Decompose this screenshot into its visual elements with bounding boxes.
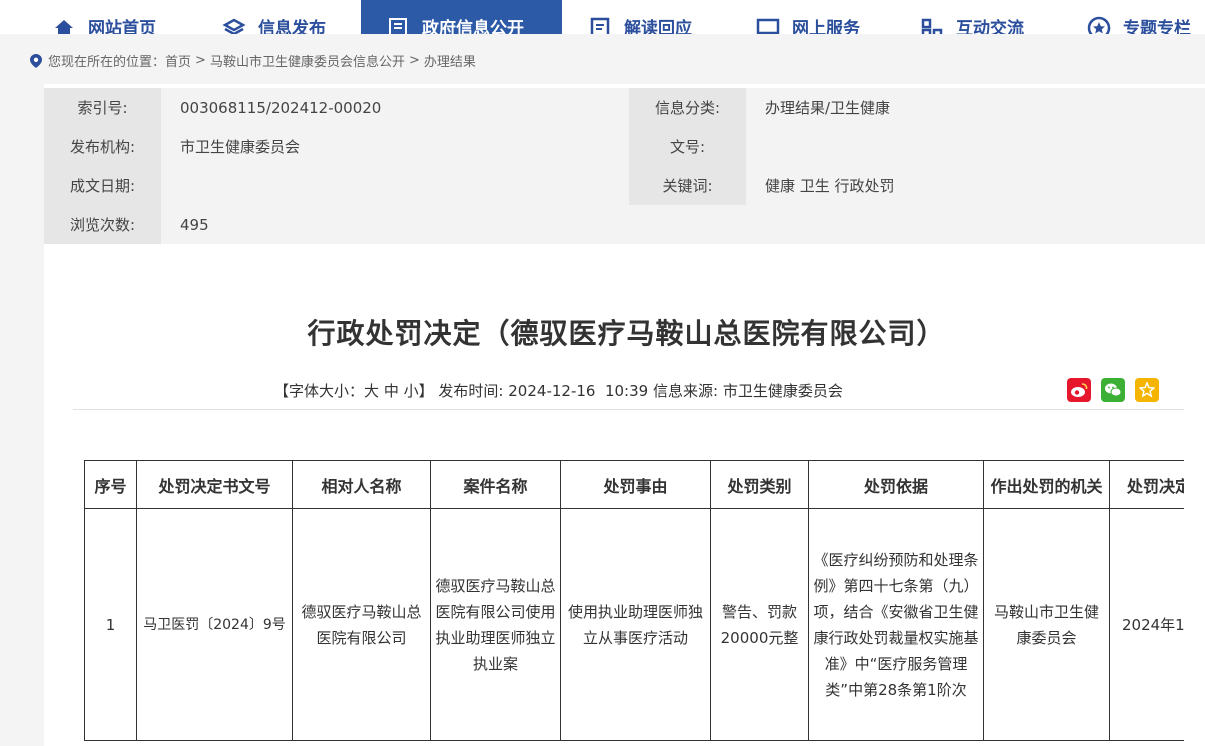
- meta-row: 索引号: 003068115/202412-00020 信息分类: 办理结果/卫…: [44, 88, 1205, 127]
- location-pin-icon: [30, 53, 42, 68]
- docno-value: [746, 127, 1205, 166]
- source-value: 市卫生健康委员会: [722, 382, 843, 400]
- star-circle-icon: [1087, 16, 1111, 34]
- header-cell: 处罚类别: [710, 460, 809, 509]
- views-value: 495: [161, 205, 1205, 244]
- font-size-small[interactable]: 小: [404, 382, 419, 400]
- nav-item-info-release[interactable]: 信息发布: [222, 0, 326, 34]
- weibo-share-button[interactable]: [1067, 378, 1091, 402]
- monitor-icon: [756, 16, 780, 34]
- divider: [73, 409, 1184, 410]
- penalty-table-wrapper: 序号 处罚决定书文号 相对人名称 案件名称 处罚事由 处罚类别 处罚依据 作出处…: [84, 460, 1184, 746]
- nav-item-interpretation[interactable]: 解读回应: [588, 0, 692, 34]
- header-cell: 处罚决定日期: [1109, 460, 1184, 509]
- keywords-label: 关键词:: [629, 166, 746, 205]
- meta-row: 发布机构: 市卫生健康委员会 文号:: [44, 127, 1205, 166]
- header-cell: 处罚事由: [560, 460, 711, 509]
- breadcrumb-current[interactable]: 办理结果: [424, 51, 476, 70]
- source-label: 信息来源:: [652, 382, 719, 400]
- nav-label: 政府信息公开: [422, 19, 524, 35]
- cell-decision-number: 马卫医罚〔2024〕9号: [136, 508, 293, 741]
- nav-label: 解读回应: [624, 19, 692, 35]
- star-icon: [1139, 382, 1155, 398]
- cell-serial: 1: [84, 508, 137, 741]
- article-title: 行政处罚决定（德驭医疗马鞍山总医院有限公司）: [307, 317, 946, 350]
- top-nav: 网站首页 信息发布 政府信息公开 解读回应 网上服务 互动交流 专题专栏: [0, 0, 1205, 34]
- nav-item-online-service[interactable]: 网上服务: [756, 0, 860, 34]
- cell-reason: 使用执业助理医师独立从事医疗活动: [560, 508, 711, 741]
- font-size-large[interactable]: 大: [364, 382, 379, 400]
- font-size-suffix: 】: [418, 382, 434, 400]
- nav-item-home[interactable]: 网站首页: [52, 0, 156, 34]
- date-label: 成文日期:: [44, 166, 161, 205]
- cell-legal-basis: 《医疗纠纷预防和处理条例》第四十七条第（九）项，结合《安徽省卫生健康行政处罚裁量…: [808, 508, 984, 741]
- index-label: 索引号:: [44, 88, 161, 127]
- nav-item-gov-info[interactable]: 政府信息公开: [361, 0, 562, 34]
- nav-label: 网上服务: [792, 19, 860, 35]
- cell-party-name: 德驭医疗马鞍山总医院有限公司: [292, 508, 431, 741]
- weibo-icon: [1071, 383, 1088, 397]
- meta-table: 索引号: 003068115/202412-00020 信息分类: 办理结果/卫…: [44, 88, 1205, 244]
- breadcrumb-separator: >: [195, 53, 206, 68]
- header-cell: 案件名称: [430, 460, 561, 509]
- penalty-table: 序号 处罚决定书文号 相对人名称 案件名称 处罚事由 处罚类别 处罚依据 作出处…: [84, 460, 1184, 741]
- favorite-button[interactable]: [1135, 378, 1159, 402]
- layers-icon: [222, 16, 246, 34]
- nav-label: 互动交流: [956, 19, 1024, 35]
- header-cell: 序号: [84, 460, 137, 509]
- index-value: 003068115/202412-00020: [161, 88, 629, 127]
- article-info: 【字体大小：大 中 小】 发布时间: 2024-12-16 10:39 信息来源…: [274, 380, 843, 401]
- breadcrumb: 您现在所在的位置： 首页 > 马鞍山市卫生健康委员会信息公开 > 办理结果: [30, 51, 476, 70]
- category-label: 信息分类:: [629, 88, 746, 127]
- document-icon: [386, 16, 410, 34]
- publisher-label: 发布机构:: [44, 127, 161, 166]
- nav-label: 信息发布: [258, 19, 326, 35]
- nav-label: 专题专栏: [1123, 19, 1191, 35]
- header-cell: 处罚依据: [808, 460, 984, 509]
- meta-row: 成文日期: 关键词: 健康 卫生 行政处罚: [44, 166, 1205, 205]
- wechat-icon: [1105, 383, 1122, 397]
- home-icon: [52, 16, 76, 34]
- breadcrumb-prefix: 您现在所在的位置：: [48, 55, 166, 70]
- font-size-prefix: 【字体大小：: [274, 382, 365, 400]
- category-value: 办理结果/卫生健康: [746, 88, 1205, 127]
- breadcrumb-commission[interactable]: 马鞍山市卫生健康委员会信息公开: [210, 51, 405, 70]
- wechat-share-button[interactable]: [1101, 378, 1125, 402]
- publisher-value: 市卫生健康委员会: [161, 127, 629, 166]
- breadcrumb-home[interactable]: 首页: [165, 51, 191, 70]
- header-cell: 作出处罚的机关: [983, 460, 1110, 509]
- table-header-row: 序号 处罚决定书文号 相对人名称 案件名称 处罚事由 处罚类别 处罚依据 作出处…: [84, 460, 1184, 509]
- interact-icon: [920, 16, 944, 34]
- header-cell: 处罚决定书文号: [136, 460, 293, 509]
- font-size-medium[interactable]: 中: [384, 382, 399, 400]
- chat-doc-icon: [588, 16, 612, 34]
- docno-label: 文号:: [629, 127, 746, 166]
- table-row: 1 马卫医罚〔2024〕9号 德驭医疗马鞍山总医院有限公司 德驭医疗马鞍山总医院…: [84, 508, 1184, 741]
- cell-decision-date: 2024年12月: [1109, 508, 1184, 741]
- nav-label: 网站首页: [88, 19, 156, 35]
- keywords-value: 健康 卫生 行政处罚: [746, 166, 1205, 205]
- nav-item-interaction[interactable]: 互动交流: [920, 0, 1024, 34]
- meta-row: 浏览次数: 495: [44, 205, 1205, 244]
- cell-authority: 马鞍山市卫生健康委员会: [983, 508, 1110, 741]
- cell-penalty-type: 警告、罚款20000元整: [710, 508, 809, 741]
- publish-time: 2024-12-16 10:39: [508, 382, 649, 400]
- header-cell: 相对人名称: [292, 460, 431, 509]
- publish-time-label: 发布时间:: [438, 382, 504, 400]
- nav-item-special-topics[interactable]: 专题专栏: [1087, 0, 1191, 34]
- date-value: [161, 166, 629, 205]
- views-label: 浏览次数:: [44, 205, 161, 244]
- breadcrumb-separator: >: [408, 53, 420, 68]
- cell-case-name: 德驭医疗马鞍山总医院有限公司使用执业助理医师独立执业案: [430, 508, 561, 741]
